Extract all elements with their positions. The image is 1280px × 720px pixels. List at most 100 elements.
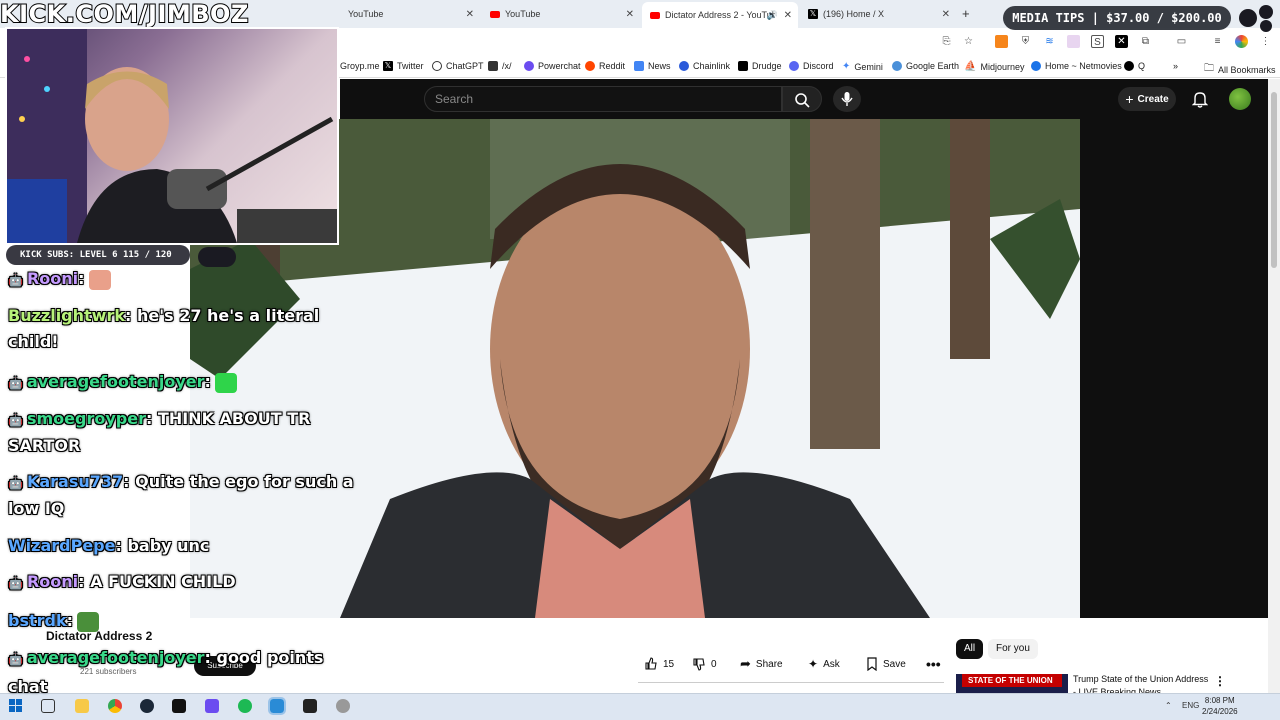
bookmark-reddit[interactable]: Reddit [585,61,625,71]
close-icon[interactable]: ✕ [942,9,950,20]
editor-icon[interactable] [303,699,317,713]
video-theater-sidebar [1080,119,1268,618]
bookmark-chainlink[interactable]: Chainlink [679,61,730,71]
task-view-icon[interactable] [41,699,55,713]
bookmark-midjourney[interactable]: ⛵ Midjourney [964,61,1024,72]
bookmark-twitter[interactable]: 𝕏 Twitter [383,61,424,71]
install-icon[interactable]: ⎘ [940,35,953,48]
scrollbar-thumb[interactable] [1271,92,1277,268]
youtube-icon [490,10,500,18]
create-button[interactable]: + Create [1118,87,1176,111]
chat-message: bstrdk: [8,608,100,634]
chip-for-you[interactable]: For you [988,639,1038,659]
bookmark-chatgpt[interactable]: ChatGPT [432,61,484,71]
tab-youtube-2[interactable]: YouTube ✕ [482,4,640,24]
app-icon[interactable] [205,699,219,713]
more-actions-icon[interactable]: ••• [926,653,941,675]
bookmark-q[interactable]: Q [1124,61,1145,71]
screen: YouTube ✕ YouTube ✕ Dictator Address 2 -… [0,0,1280,720]
clock[interactable]: 8:08 PM 2/24/2026 [1202,695,1238,717]
home-icon [1031,61,1041,71]
video-menu-icon[interactable]: ⋮ [1214,674,1226,688]
extension-icon[interactable] [1067,35,1080,48]
close-icon[interactable]: ✕ [626,9,634,20]
puzzle-icon[interactable]: ⧉ [1139,35,1152,48]
all-bookmarks[interactable]: 🗀 All Bookmarks [1204,61,1276,78]
sub-badge-icon: 🤖 [8,413,23,427]
chat-message: chat [8,674,47,700]
bookmark-google-earth[interactable]: Google Earth [892,61,959,71]
ask-button[interactable]: ✦ Ask [808,653,840,675]
save-button[interactable]: Save [866,653,906,675]
close-icon[interactable]: ✕ [466,9,474,20]
thumbnail-label: STATE OF THE UNION [962,674,1062,687]
divider [638,682,944,683]
news-icon [634,61,644,71]
file-explorer-icon[interactable] [75,699,89,713]
voice-search-button[interactable] [833,86,861,112]
q-icon [1124,61,1134,71]
reddit-icon [585,61,595,71]
bookmark-x-board[interactable]: /x/ [488,61,512,71]
folder-icon: 🗀 [1204,63,1214,74]
tab-dictator-address[interactable]: Dictator Address 2 - YouTube 🔊 ✕ [642,2,798,28]
search-input[interactable]: Search [424,86,782,112]
bookmark-news[interactable]: News [634,61,671,71]
terminal-icon[interactable] [172,699,186,713]
share-button[interactable]: ➦ Share [740,653,783,675]
speaker-icon[interactable]: 🔊 [767,10,778,21]
chat-text: good points [216,648,324,667]
chat-text: A FUCKIN CHILD [90,572,236,591]
chrome-icon[interactable] [108,699,122,713]
recommended-title[interactable]: Trump State of the Union Address - LIVE … [1073,673,1209,693]
metamask-icon[interactable] [995,35,1008,48]
obs-icon[interactable] [336,699,350,713]
streaming-app-icon[interactable] [268,697,286,715]
like-button[interactable]: 15 [644,653,674,675]
chat-message: 🤖 averagefootenjoyer: [8,369,237,396]
windows-start-icon[interactable] [9,699,23,713]
bookmark-discord[interactable]: Discord [789,61,834,71]
powerchat-icon [524,61,534,71]
wave-icon[interactable]: ≋ [1043,35,1056,48]
avatar[interactable] [1229,88,1251,110]
recommended-thumbnail[interactable]: STATE OF THE UNION [956,674,1068,694]
x-extension-icon[interactable]: ✕ [1115,35,1128,48]
bookmark-drudge[interactable]: Drudge [738,61,782,71]
sidepanel-icon[interactable]: ▭ [1175,35,1188,48]
chat-message: 🤖 Rooni: A FUCKIN CHILD [8,572,236,591]
search-button[interactable] [782,86,822,112]
kick-logo-icon [198,247,236,267]
bookmark-gemini[interactable]: ✦ Gemini [842,61,883,72]
chat-username: chat [8,677,48,696]
sub-badge-icon: 🤖 [8,273,23,287]
bookmark-groyp[interactable]: Groyp.me [340,61,380,71]
language-indicator[interactable]: ENG [1182,701,1199,710]
gemini-icon: ✦ [842,61,851,72]
dislike-button[interactable]: 0 [692,653,717,675]
notifications-button[interactable] [1191,90,1209,113]
spotify-icon[interactable] [238,699,252,713]
bookmark-netmovies[interactable]: Home ~ Netmovies [1031,61,1122,71]
bookmarks-overflow-icon[interactable]: » [1173,61,1178,71]
sparkle-icon: ✦ [808,657,819,671]
tray-chevron-icon[interactable]: ⌃ [1165,701,1172,710]
new-tab-button[interactable]: + [962,6,970,21]
chat-username: averagefootenjoyer [26,372,205,391]
microphone-icon [841,92,853,106]
star-icon[interactable]: ☆ [962,35,975,48]
kebab-menu-icon[interactable]: ⋮ [1259,35,1272,48]
menu-lines-icon[interactable]: ≡ [1211,35,1224,48]
script-icon[interactable]: S [1091,35,1104,48]
steam-icon[interactable] [140,699,154,713]
bookmark-powerchat[interactable]: Powerchat [524,61,581,71]
tab-x-home[interactable]: 𝕏 (196) Home / X ✕ [800,4,956,24]
chat-username: bstrdk [8,611,67,630]
chip-all[interactable]: All [956,639,984,659]
shield-icon[interactable]: ⛨ [1019,35,1032,48]
share-icon: ➦ [740,656,751,671]
profile-icon[interactable] [1235,35,1248,48]
tab-title: (196) Home / X [823,9,885,19]
close-icon[interactable]: ✕ [784,10,792,21]
tab-youtube-1[interactable]: YouTube ✕ [340,4,480,24]
